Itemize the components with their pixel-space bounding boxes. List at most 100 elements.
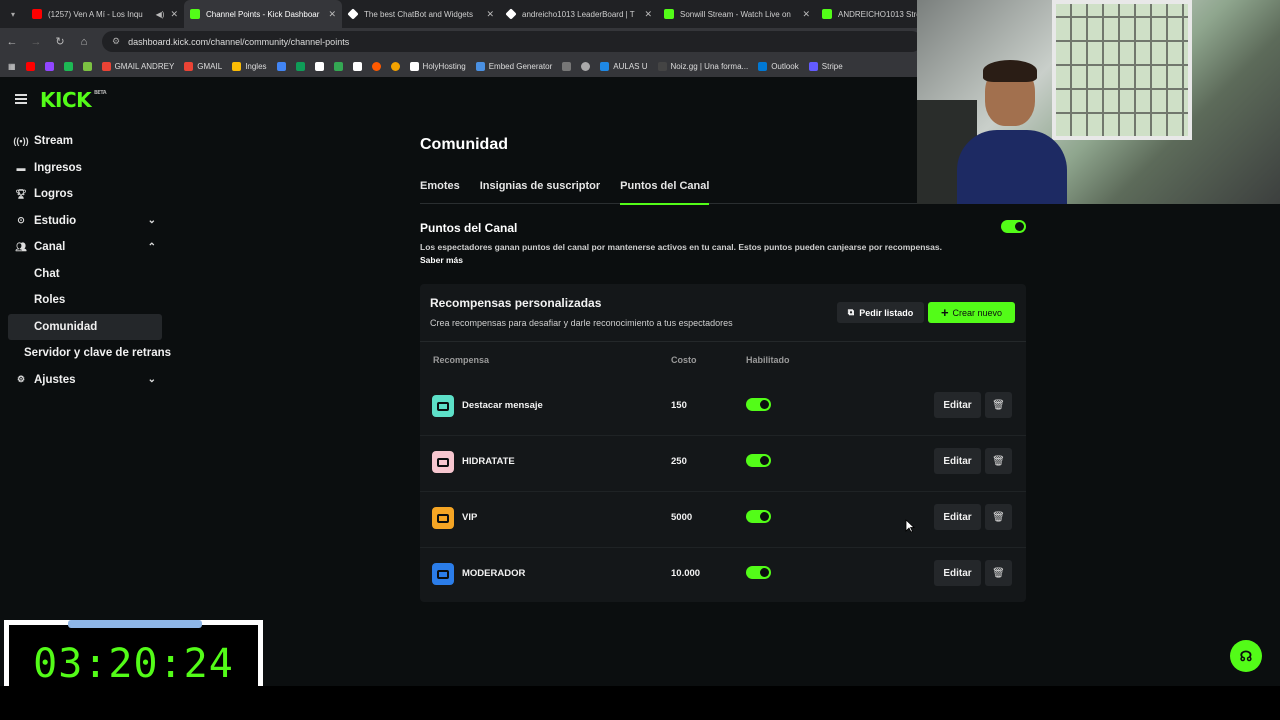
sidebar-item-stream[interactable]: ((•)) Stream (8, 128, 162, 155)
bookmark[interactable]: Noiz.gg | Una forma... (657, 61, 748, 71)
bookmark[interactable] (352, 61, 362, 71)
divider (420, 341, 1026, 342)
channel-points-toggle[interactable] (1001, 220, 1026, 233)
bookmark[interactable] (63, 61, 73, 71)
tab-channel-points[interactable]: Puntos del Canal (620, 180, 729, 205)
close-tab-icon[interactable]: ✕ (170, 9, 178, 20)
bookmark[interactable]: AULAS U (600, 61, 648, 71)
circle-icon (390, 61, 400, 71)
tab-subscriber-badges[interactable]: Insignias de suscriptor (480, 180, 620, 204)
menu-icon[interactable] (15, 94, 27, 104)
bookmark[interactable] (295, 61, 305, 71)
sidebar-item-roles[interactable]: Roles (8, 287, 162, 314)
reward-enabled-toggle[interactable] (746, 566, 771, 579)
close-tab-icon[interactable]: ✕ (644, 9, 652, 20)
speaker-icon[interactable]: ◀) (156, 10, 165, 19)
sidebar-item-chat[interactable]: Chat (8, 261, 162, 288)
request-list-button[interactable]: ⧉ Pedir listado (837, 302, 924, 323)
edit-button[interactable]: Editar (934, 504, 981, 530)
reload-icon[interactable]: ↻ (48, 35, 72, 48)
site-info-icon[interactable]: ⚙ (112, 36, 120, 47)
url-input[interactable]: ⚙ dashboard.kick.com/channel/community/c… (102, 31, 922, 52)
twitch-icon (44, 61, 54, 71)
bookmark[interactable] (581, 61, 591, 71)
bookmark[interactable] (562, 61, 572, 71)
reward-name: HIDRATATE (462, 456, 515, 467)
browser-tab[interactable]: The best ChatBot and Widgets ✕ (342, 0, 500, 28)
bookmark[interactable]: GMAIL (184, 61, 222, 71)
trash-icon[interactable]: 🗑︎ (985, 392, 1012, 418)
document-icon (232, 61, 242, 71)
sidebar-item-comunidad[interactable]: Comunidad (8, 313, 162, 340)
browser-tab-active[interactable]: Channel Points - Kick Dashboar ✕ (184, 0, 342, 28)
reward-enabled-toggle[interactable] (746, 510, 771, 523)
kick-icon (664, 9, 674, 19)
bookmark[interactable] (371, 61, 381, 71)
section-title: Puntos del Canal (420, 221, 518, 235)
letterbox-bar (0, 686, 1280, 720)
back-icon[interactable]: ← (0, 36, 24, 48)
forward-icon[interactable]: → (24, 36, 48, 48)
trash-icon[interactable]: 🗑︎ (985, 560, 1012, 586)
bookmark[interactable] (314, 61, 324, 71)
kick-logo[interactable]: KICK BETA (40, 88, 107, 112)
sidebar-item-label: Logros (34, 188, 73, 201)
close-tab-icon[interactable]: ✕ (486, 9, 494, 20)
close-tab-icon[interactable]: ✕ (328, 9, 336, 20)
mouse-cursor-icon (905, 519, 915, 533)
sidebar-item-server-key[interactable]: Servidor y clave de retrans (8, 340, 171, 367)
bookmark[interactable] (276, 61, 286, 71)
edit-button[interactable]: Editar (934, 392, 981, 418)
page-title: Comunidad (420, 136, 508, 153)
browser-tab[interactable]: andreicho1013 LeaderBoard | T ✕ (500, 0, 658, 28)
browser-tab[interactable]: (1257) Ven A Mí - Los Inqu ◀) ✕ (26, 0, 184, 28)
reward-enabled-toggle[interactable] (746, 454, 771, 467)
bookmark-label: Outlook (771, 61, 799, 71)
close-tab-icon[interactable]: ✕ (802, 9, 810, 20)
youtube-icon (32, 9, 42, 19)
sidebar-item-ingresos[interactable]: ▬ Ingresos (8, 155, 162, 182)
create-new-button[interactable]: + Crear nuevo (928, 302, 1015, 323)
bookmark[interactable]: Ingles (232, 61, 267, 71)
screen-frame: ▾ (1257) Ven A Mí - Los Inqu ◀) ✕ Channe… (0, 0, 1280, 686)
edit-button[interactable]: Editar (934, 560, 981, 586)
sidebar-item-logros[interactable]: 🏆︎ Logros (8, 181, 162, 208)
bookmark[interactable] (82, 61, 92, 71)
apps-icon[interactable]: ▦ (8, 62, 16, 71)
money-icon: ▬ (16, 162, 26, 173)
reward-icon (432, 563, 454, 585)
sidebar-item-label: Stream (34, 135, 73, 148)
trash-icon[interactable]: 🗑︎ (985, 504, 1012, 530)
tab-search-button[interactable]: ▾ (0, 0, 26, 28)
bookmark[interactable]: HolyHosting (409, 61, 466, 71)
table-row: Destacar mensaje 150 Editar 🗑︎ (420, 380, 1026, 436)
plus-icon: + (940, 305, 949, 320)
reward-icon (432, 451, 454, 473)
sidebar-item-canal[interactable]: 👥︎ Canal ⌃ (8, 234, 162, 261)
tab-emotes[interactable]: Emotes (420, 180, 480, 204)
bookmark[interactable]: Outlook (758, 61, 799, 71)
sidebar-item-ajustes[interactable]: ⚙ Ajustes ⌄ (8, 367, 162, 394)
bookmark[interactable]: Stripe (808, 61, 843, 71)
kick-icon (190, 9, 200, 19)
home-icon[interactable]: ⌂ (72, 36, 96, 48)
reward-enabled-toggle[interactable] (746, 398, 771, 411)
trash-icon[interactable]: 🗑︎ (985, 448, 1012, 474)
bookmark[interactable] (25, 61, 35, 71)
bookmark[interactable]: GMAIL ANDREY (101, 61, 174, 71)
rewards-card: Recompensas personalizadas Crea recompen… (420, 284, 1026, 602)
bookmark[interactable] (390, 61, 400, 71)
bookmark[interactable]: Embed Generator (475, 61, 552, 71)
sidebar-item-estudio[interactable]: ⊙ Estudio ⌄ (8, 208, 162, 235)
tab-title: Sonwill Stream - Watch Live on (680, 9, 791, 19)
outlook-icon (758, 61, 768, 71)
bookmark[interactable] (333, 61, 343, 71)
bookmark[interactable] (44, 61, 54, 71)
edit-button[interactable]: Editar (934, 448, 981, 474)
sidebar-item-label: Chat (34, 267, 60, 280)
gmail-icon (184, 61, 194, 71)
browser-tab[interactable]: Sonwill Stream - Watch Live on ✕ (658, 0, 816, 28)
support-chat-icon[interactable]: ☊ (1230, 640, 1262, 672)
learn-more-link[interactable]: Saber más (420, 255, 463, 265)
embed-icon (475, 61, 485, 71)
